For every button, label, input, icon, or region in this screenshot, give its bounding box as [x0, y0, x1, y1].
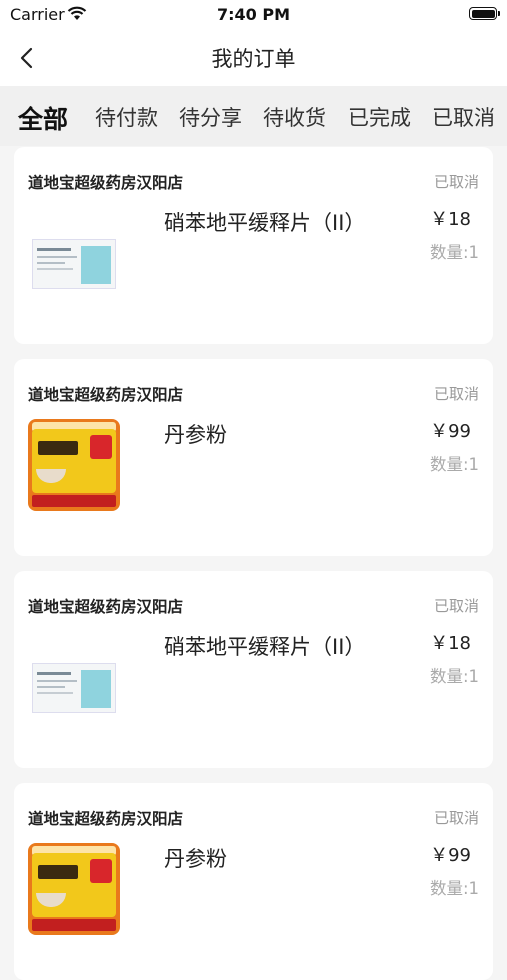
- product-price: ￥99: [430, 845, 471, 866]
- store-name: 道地宝超级药房汉阳店: [28, 598, 184, 616]
- status-bar: Carrier 7:40 PM: [0, 0, 507, 30]
- product-image: [28, 643, 120, 735]
- product-quantity: 数量:1: [429, 879, 479, 898]
- store-name: 道地宝超级药房汉阳店: [28, 174, 184, 192]
- product-price: ￥18: [430, 209, 471, 230]
- tab-completed[interactable]: 已完成: [348, 102, 411, 132]
- tab-cancelled[interactable]: 已取消: [432, 102, 495, 132]
- clock: 7:40 PM: [216, 5, 290, 24]
- product-image: [28, 219, 120, 311]
- tab-all[interactable]: 全部: [18, 100, 68, 136]
- order-card[interactable]: 道地宝超级药房汉阳店 已取消 硝苯地平缓释片（II） ￥18 数量:1: [14, 571, 493, 768]
- product-name: 丹参粉: [164, 423, 227, 447]
- order-status: 已取消: [433, 809, 479, 827]
- product-price: ￥99: [430, 421, 471, 442]
- product-quantity: 数量:1: [429, 243, 479, 262]
- page-title: 我的订单: [211, 47, 296, 71]
- tab-pending-receipt[interactable]: 待收货: [263, 102, 326, 132]
- product-name: 丹参粉: [164, 847, 227, 871]
- battery-icon: [469, 7, 500, 20]
- product-name: 硝苯地平缓释片（II）: [164, 635, 366, 659]
- order-status: 已取消: [433, 385, 479, 403]
- order-card[interactable]: 道地宝超级药房汉阳店 已取消 丹参粉 ￥99 数量:1: [14, 783, 493, 980]
- order-filter-tabs: 全部 待付款 待分享 待收货 已完成 已取消: [0, 86, 507, 146]
- tab-pending-payment[interactable]: 待付款: [95, 102, 158, 132]
- order-card[interactable]: 道地宝超级药房汉阳店 已取消 硝苯地平缓释片（II） ￥18 数量:1: [14, 147, 493, 344]
- store-name: 道地宝超级药房汉阳店: [28, 386, 184, 404]
- product-image: [28, 843, 120, 935]
- product-quantity: 数量:1: [429, 455, 479, 474]
- order-status: 已取消: [433, 173, 479, 191]
- product-quantity: 数量:1: [429, 667, 479, 686]
- navigation-bar: 我的订单: [0, 30, 507, 86]
- store-name: 道地宝超级药房汉阳店: [28, 810, 184, 828]
- product-price: ￥18: [430, 633, 471, 654]
- order-status: 已取消: [433, 597, 479, 615]
- tab-pending-share[interactable]: 待分享: [179, 102, 242, 132]
- order-card[interactable]: 道地宝超级药房汉阳店 已取消 丹参粉 ￥99 数量:1: [14, 359, 493, 556]
- product-name: 硝苯地平缓释片（II）: [164, 211, 366, 235]
- product-image: [28, 419, 120, 511]
